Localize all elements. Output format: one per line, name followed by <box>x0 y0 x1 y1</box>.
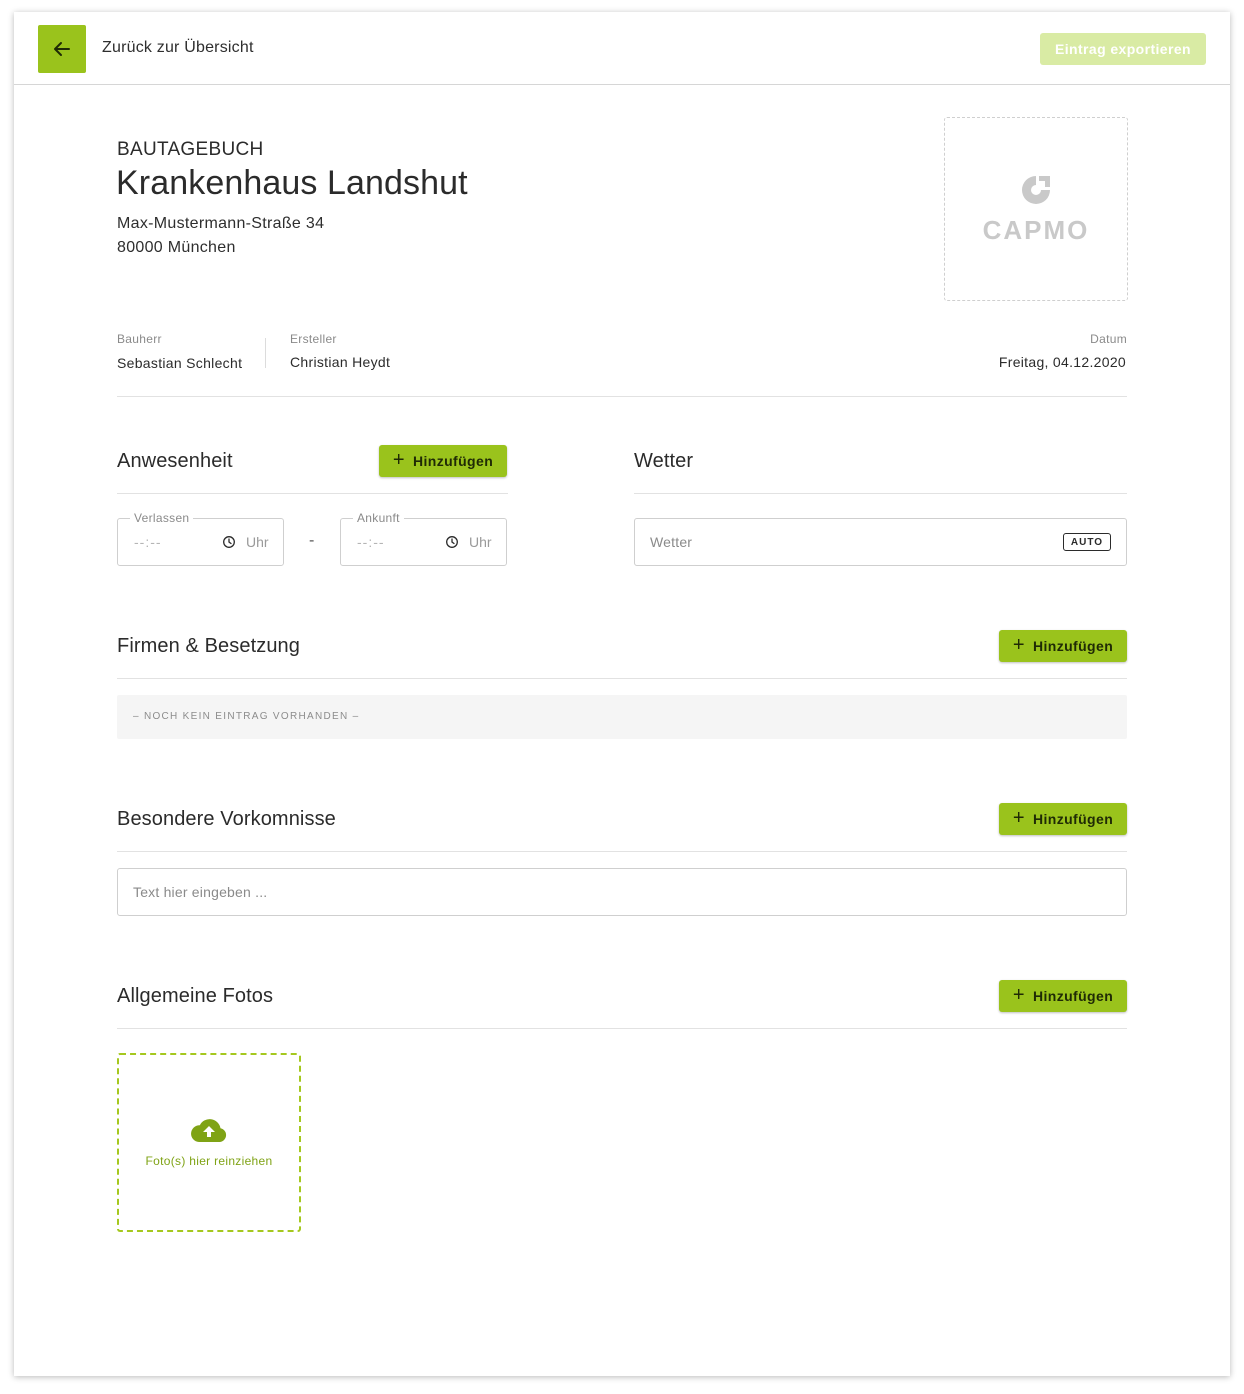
divider <box>117 1028 1127 1029</box>
cloud-upload-icon <box>191 1118 227 1142</box>
plus-icon: + <box>1012 984 1025 1006</box>
auto-badge[interactable]: AUTO <box>1063 533 1111 551</box>
add-firma-button[interactable]: + Hinzufügen <box>999 630 1127 662</box>
clock-icon <box>223 536 235 548</box>
ankunft-time-input[interactable]: Ankunft --:-- Uhr <box>340 511 507 566</box>
ersteller-label: Ersteller <box>290 332 337 346</box>
back-link[interactable]: Zurück zur Übersicht <box>102 39 254 57</box>
time-placeholder: --:-- <box>357 534 385 550</box>
time-unit: Uhr <box>246 534 269 550</box>
bauherr-label: Bauherr <box>117 332 162 346</box>
datum-label: Datum <box>1090 332 1127 346</box>
text-placeholder: Text hier eingeben ... <box>133 884 268 900</box>
datum-value: Freitag, 04.12.2020 <box>998 354 1126 370</box>
company-logo-text: CAPMO <box>982 214 1090 245</box>
time-unit: Uhr <box>469 534 492 550</box>
verlassen-time-input[interactable]: Verlassen --:-- Uhr <box>117 511 284 566</box>
section-title-wetter: Wetter <box>634 450 694 472</box>
time-placeholder: --:-- <box>134 534 162 550</box>
divider <box>117 396 1127 397</box>
logo-upload-box[interactable]: CAPMO <box>944 117 1128 301</box>
page-title: Krankenhaus Landshut <box>116 164 468 202</box>
add-foto-button[interactable]: + Hinzufügen <box>999 980 1127 1012</box>
capmo-logo-icon <box>1022 175 1050 204</box>
add-vorkomnis-button[interactable]: + Hinzufügen <box>999 803 1127 835</box>
address-street: Max-Mustermann-Straße 34 <box>117 215 325 232</box>
add-button-label: Hinzufügen <box>1032 638 1114 654</box>
divider <box>117 678 1127 679</box>
wetter-placeholder: Wetter <box>650 534 693 550</box>
verlassen-label: Verlassen <box>130 511 194 525</box>
section-title-fotos: Allgemeine Fotos <box>117 985 274 1007</box>
time-separator: - <box>309 532 315 549</box>
bauherr-value: Sebastian Schlecht <box>117 355 243 371</box>
address-city: 80000 München <box>117 239 236 256</box>
empty-state: – NOCH KEIN EINTRAG VORHANDEN – <box>117 695 1127 739</box>
photo-drop-zone[interactable]: Foto(s) hier reinziehen <box>117 1053 301 1232</box>
divider <box>634 493 1127 494</box>
section-title-vorkomnisse: Besondere Vorkomnisse <box>117 808 336 830</box>
plus-icon: + <box>1012 634 1025 656</box>
add-anwesenheit-button[interactable]: + Hinzufügen <box>379 445 507 477</box>
section-title-anwesenheit: Anwesenheit <box>117 450 233 472</box>
add-button-label: Hinzufügen <box>412 453 494 469</box>
divider <box>117 851 1127 852</box>
vorkomnisse-text-input[interactable]: Text hier eingeben ... <box>117 868 1127 916</box>
top-bar: Zurück zur Übersicht Eintrag exportieren <box>14 12 1230 85</box>
add-button-label: Hinzufügen <box>1032 988 1114 1004</box>
wetter-input[interactable]: Wetter AUTO <box>634 518 1127 566</box>
ersteller-value: Christian Heydt <box>290 354 391 370</box>
clock-icon <box>446 536 458 548</box>
ankunft-label: Ankunft <box>353 511 404 525</box>
empty-state-text: – NOCH KEIN EINTRAG VORHANDEN – <box>133 711 360 722</box>
section-title-firmen: Firmen & Besetzung <box>117 635 300 657</box>
page-card: Zurück zur Übersicht Eintrag exportieren… <box>14 12 1230 1376</box>
add-button-label: Hinzufügen <box>1032 811 1114 827</box>
back-button[interactable] <box>38 25 86 73</box>
drop-zone-text: Foto(s) hier reinziehen <box>145 1153 273 1168</box>
arrow-left-icon <box>54 42 70 56</box>
plus-icon: + <box>1012 807 1025 829</box>
document-type: BAUTAGEBUCH <box>117 139 264 160</box>
divider <box>117 493 508 494</box>
meta-divider <box>265 338 266 368</box>
plus-icon: + <box>392 449 405 471</box>
export-button[interactable]: Eintrag exportieren <box>1040 33 1206 65</box>
